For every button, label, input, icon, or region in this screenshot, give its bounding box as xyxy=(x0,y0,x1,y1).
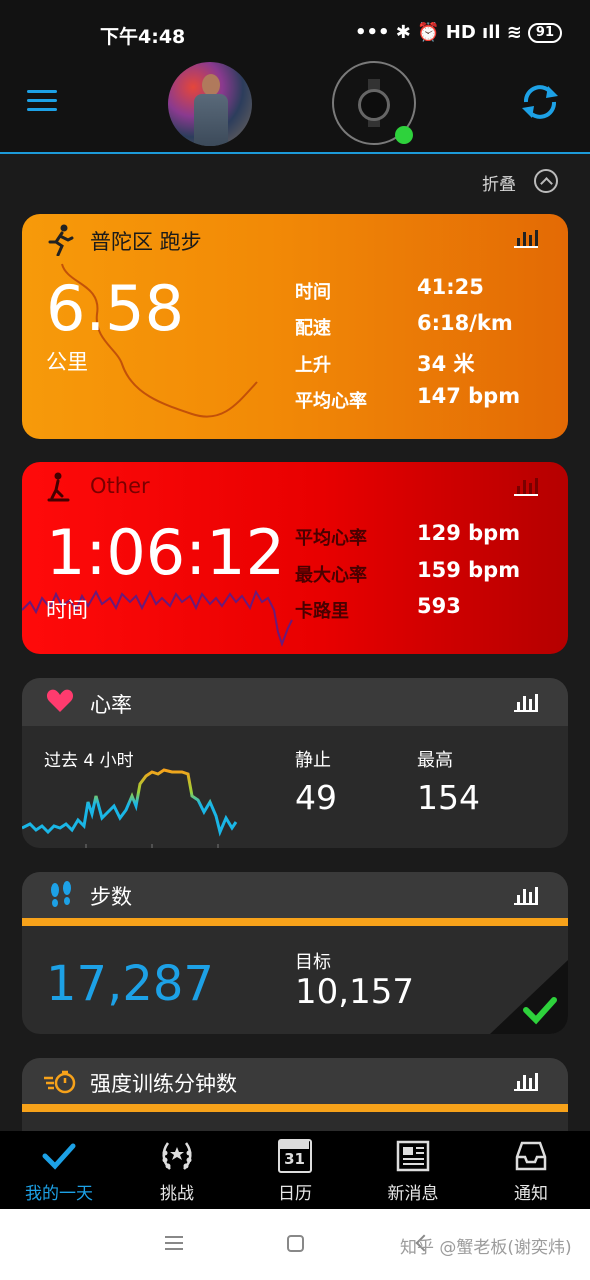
tab-label: 我的一天 xyxy=(25,1184,93,1204)
tab-calendar[interactable]: 31 日历 xyxy=(236,1131,354,1209)
system-navigation-bar: 知乎 @蟹老板(谢奕炜) xyxy=(0,1209,590,1280)
status-time: 下午4:48 xyxy=(100,26,186,48)
stopwatch-icon xyxy=(44,1070,76,1094)
tab-news[interactable]: 新消息 xyxy=(354,1131,472,1209)
max-hr-value: 154 xyxy=(417,778,480,817)
app-header xyxy=(0,60,590,154)
footprints-icon xyxy=(51,881,71,907)
resting-hr-label: 静止 xyxy=(295,750,331,771)
steps-goal-value: 10,157 xyxy=(295,972,414,1012)
laurel-icon xyxy=(162,1142,192,1170)
heart-rate-title: 心率 xyxy=(90,693,132,717)
run-stat-key: 平均心率 xyxy=(295,391,367,412)
run-stat-key: 上升 xyxy=(295,355,331,376)
tab-label: 挑战 xyxy=(160,1184,194,1204)
run-activity-card[interactable]: 普陀区 跑步 6.58 公里 时间 41:25 配速 6:18/km 上升 34… xyxy=(22,214,568,439)
fold-label[interactable]: 折叠 xyxy=(482,170,516,195)
calendar-icon: 31 xyxy=(278,1139,312,1173)
max-hr-label: 最高 xyxy=(417,750,453,771)
other-stat-key: 卡路里 xyxy=(295,601,349,622)
heart-icon xyxy=(46,689,74,712)
run-stat-value: 41:25 xyxy=(417,275,484,299)
steps-goal-label: 目标 xyxy=(295,952,331,973)
other-stat-key: 最大心率 xyxy=(295,565,367,586)
steps-card[interactable]: 步数 17,287 目标 10,157 xyxy=(22,872,568,1034)
other-duration: 1:06:12 xyxy=(46,516,286,589)
tab-notifications[interactable]: 通知 xyxy=(472,1131,590,1209)
run-distance-unit: 公里 xyxy=(46,350,88,374)
other-title: Other xyxy=(90,474,150,498)
tab-label: 新消息 xyxy=(387,1184,439,1204)
check-icon xyxy=(42,1143,76,1170)
run-stat-key: 时间 xyxy=(295,282,331,303)
running-icon xyxy=(48,224,74,256)
chart-icon[interactable] xyxy=(514,1071,538,1091)
status-bar: 下午4:48 ••• ✱ ⏰ HD ıll ≋ 91 xyxy=(0,0,590,60)
run-stat-value: 34 米 xyxy=(417,352,475,376)
steps-title: 步数 xyxy=(90,885,132,909)
battery-icon: 91 xyxy=(527,22,562,43)
goal-achieved-check-icon xyxy=(490,960,568,1034)
chart-icon[interactable] xyxy=(514,692,538,712)
other-duration-unit: 时间 xyxy=(46,598,88,622)
avatar[interactable] xyxy=(168,62,252,146)
resting-hr-value: 49 xyxy=(295,778,337,817)
status-indicators: ••• ✱ ⏰ HD ıll ≋ xyxy=(354,22,522,43)
watermark: 知乎 @蟹老板(谢奕炜) xyxy=(400,1238,572,1258)
tab-label: 日历 xyxy=(278,1184,312,1204)
run-stat-value: 6:18/km xyxy=(417,311,513,335)
bottom-navigation: 我的一天 挑战 31 日历 新消息 通知 xyxy=(0,1131,590,1209)
intensity-title: 强度训练分钟数 xyxy=(90,1072,237,1096)
heart-rate-card[interactable]: 心率 过去 4 小时 静止 49 最高 154 xyxy=(22,678,568,848)
chart-icon[interactable] xyxy=(514,885,538,905)
other-stat-value: 159 bpm xyxy=(417,558,521,582)
other-stat-key: 平均心率 xyxy=(295,528,367,549)
device-connected-dot xyxy=(395,126,413,144)
newspaper-icon xyxy=(396,1140,430,1172)
collapse-icon[interactable] xyxy=(534,169,558,193)
chart-icon[interactable] xyxy=(514,476,538,496)
run-stat-value: 147 bpm xyxy=(417,384,521,408)
heart-rate-sparkline xyxy=(22,768,238,848)
other-stat-value: 129 bpm xyxy=(417,521,521,545)
other-activity-card[interactable]: Other 1:06:12 时间 平均心率 129 bpm 最大心率 159 b… xyxy=(22,462,568,654)
tab-challenges[interactable]: 挑战 xyxy=(118,1131,236,1209)
tab-my-day[interactable]: 我的一天 xyxy=(0,1131,118,1209)
other-stat-value: 593 xyxy=(417,594,461,618)
hamburger-menu-icon[interactable] xyxy=(27,90,57,114)
chart-icon[interactable] xyxy=(514,228,538,248)
run-title: 普陀区 跑步 xyxy=(90,230,202,254)
status-icons: ••• ✱ ⏰ HD ıll ≋ 91 xyxy=(355,22,562,43)
run-distance: 6.58 xyxy=(46,272,185,345)
exercise-icon xyxy=(47,472,70,502)
tab-label: 通知 xyxy=(514,1184,548,1204)
calendar-day: 31 xyxy=(284,1150,305,1168)
steps-count: 17,287 xyxy=(46,956,214,1012)
run-stat-key: 配速 xyxy=(295,318,331,339)
watch-icon xyxy=(358,79,390,127)
intensity-progress-bar xyxy=(22,1104,568,1112)
steps-progress-bar xyxy=(22,918,568,926)
home-icon[interactable] xyxy=(287,1235,304,1252)
recent-apps-icon[interactable] xyxy=(165,1236,183,1250)
inbox-icon xyxy=(515,1141,547,1171)
sync-icon[interactable] xyxy=(518,80,562,124)
